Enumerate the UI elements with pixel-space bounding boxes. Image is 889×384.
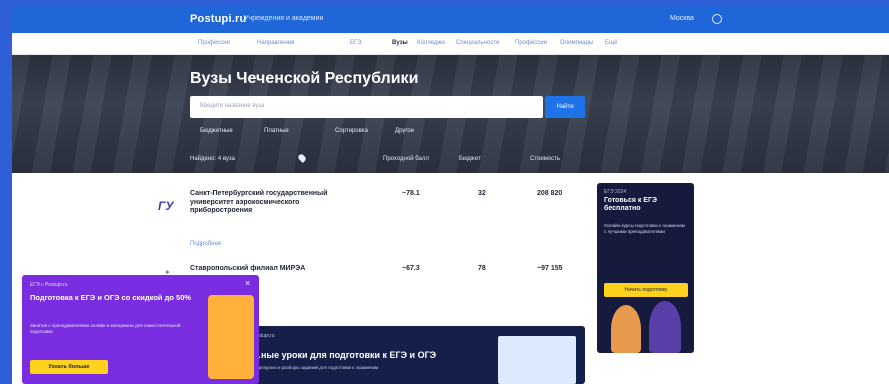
tab-item[interactable]: ЕГЭ (350, 40, 362, 46)
university-name[interactable]: Санкт-Петербургский государственный унив… (190, 190, 360, 216)
university-score: ~67.3 (402, 265, 420, 272)
sort-score[interactable]: Проходной балл (383, 156, 429, 162)
popup-tag: ЕГЭ с Postupi.ru (30, 282, 68, 288)
site-logo[interactable]: Postupi.ru (190, 13, 246, 25)
category-tabs: Профессии Направления ЕГЭ Вузы Колледжи … (12, 33, 889, 55)
ad-person-image (649, 301, 681, 353)
university-budget: 78 (478, 265, 486, 272)
filter-chip[interactable]: Платные (264, 128, 289, 134)
banner-title: …ные уроки для подготовки к ЕГЭ и ОГЭ (252, 350, 437, 360)
filter-chip[interactable]: Другое (395, 128, 414, 134)
search-button[interactable]: Найти (545, 96, 585, 118)
section-dropdown[interactable]: Учреждения и академии (244, 15, 323, 22)
user-icon[interactable] (712, 14, 722, 24)
university-more-link[interactable]: Подробнее (190, 241, 221, 247)
tab-item[interactable]: Специальности (456, 40, 499, 46)
side-advertisement[interactable]: ЕГЭ 2024 Готовься к ЕГЭ бесплатно Онлайн… (597, 183, 694, 353)
tab-item[interactable]: Колледжи (417, 40, 445, 46)
popup-person-image (208, 295, 254, 379)
ad-title: Готовься к ЕГЭ бесплатно (604, 197, 657, 212)
tab-universities[interactable]: Вузы (392, 40, 408, 46)
tab-item[interactable]: Профессии (515, 40, 547, 46)
university-score: ~78.1 (402, 190, 420, 197)
search-placeholder: Введите название вуза (200, 103, 265, 109)
filter-chip[interactable]: Бюджетные (200, 128, 233, 134)
tab-item[interactable]: Направления (257, 40, 294, 46)
results-count: Найдено: 4 вуза (190, 156, 235, 162)
ad-person-image (611, 305, 641, 353)
top-navbar: Postupi.ru Учреждения и академии Москва (12, 6, 889, 33)
search-input[interactable]: Введите название вуза (190, 96, 543, 118)
region-selector[interactable]: Москва (670, 15, 694, 22)
university-price: ~97 155 (537, 265, 563, 272)
university-price: 208 820 (537, 190, 563, 197)
promo-popup: ЕГЭ с Postupi.ru Подготовка к ЕГЭ и ОГЭ … (22, 275, 259, 384)
ad-text: Онлайн-курсы подготовки к экзаменам с лу… (604, 223, 685, 234)
tab-item[interactable]: Олимпиады (560, 40, 593, 46)
sort-price[interactable]: Стоимость (530, 156, 560, 162)
browser-page: Postupi.ru Учреждения и академии Москва … (12, 6, 889, 384)
sort-budget[interactable]: Бюджет (459, 156, 481, 162)
hero-banner: Вузы Чеченской Республики Введите назван… (12, 55, 889, 173)
tab-more[interactable]: Ещё (605, 40, 617, 46)
university-logo-icon: ГУ (158, 199, 174, 213)
page-title: Вузы Чеченской Республики (190, 70, 419, 87)
close-icon[interactable]: × (245, 279, 250, 288)
popup-cta-button[interactable]: Узнать больше (30, 360, 108, 374)
ad-tag: ЕГЭ 2024 (604, 189, 627, 195)
filter-chip[interactable]: Сортировка (335, 128, 368, 134)
banner-text: Видеоуроки и разборы заданий для подгото… (252, 365, 379, 370)
ad-cta-button[interactable]: Начать подготовку (604, 283, 688, 297)
popup-title: Подготовка к ЕГЭ и ОГЭ со скидкой до 50% (30, 293, 192, 302)
tab-item[interactable]: Профессии (198, 40, 230, 46)
banner-screenshot-image (498, 336, 576, 384)
university-name[interactable]: Ставропольский филиал МИРЭА (190, 265, 360, 274)
university-budget: 32 (478, 190, 486, 197)
popup-text: Занятия с преподавателями онлайн и матер… (30, 323, 181, 334)
